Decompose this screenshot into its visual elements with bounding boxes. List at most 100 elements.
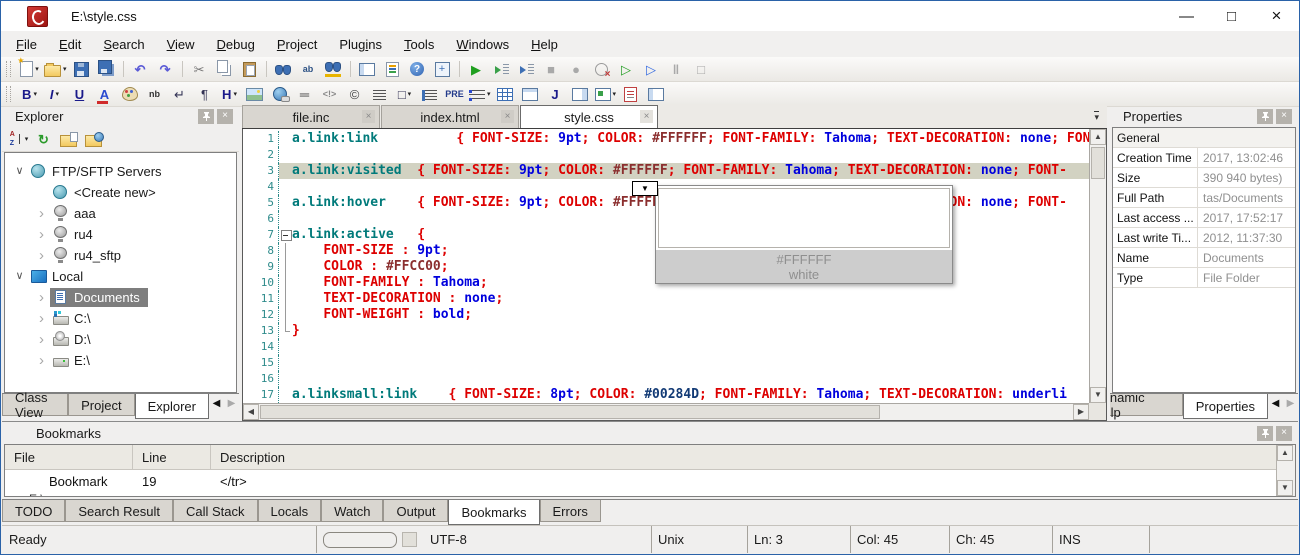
menu-project[interactable]: Project <box>266 33 328 56</box>
dropdown-arrow-icon[interactable]: ▾ <box>63 65 67 73</box>
tab-scroll-left-icon[interactable]: ◀ <box>1268 394 1283 412</box>
horizontal-scroll-thumb[interactable] <box>260 405 880 419</box>
nbsp-button[interactable]: nb <box>143 84 166 105</box>
output-tab-locals[interactable]: Locals <box>258 500 322 522</box>
run-button[interactable]: ▶ <box>465 59 488 80</box>
help-tab-dynamic-help[interactable]: Dynamic Help <box>1110 394 1183 416</box>
bookmarks-scrollbar[interactable]: ▲ ▼ <box>1276 445 1295 496</box>
help-button[interactable] <box>406 59 429 80</box>
horizontal-scrollbar[interactable]: ◀ ▶ <box>243 403 1089 420</box>
frame-button[interactable] <box>519 84 542 105</box>
vertical-scroll-thumb[interactable] <box>1091 147 1105 179</box>
tree-item-ftp-sftp-servers[interactable]: ∨ FTP/SFTP Servers <box>5 161 236 182</box>
tab-scroll-right-icon[interactable]: ▶ <box>224 394 239 412</box>
chevron-collapsed-icon[interactable]: › <box>33 206 50 221</box>
font-color-button[interactable]: A <box>93 84 116 105</box>
dropdown-arrow-icon[interactable]: ▾ <box>408 90 412 98</box>
color-dropdown-button[interactable]: ▼ <box>632 181 658 196</box>
bold-button[interactable]: B▾ <box>18 84 41 105</box>
scroll-up-icon[interactable]: ▲ <box>1090 129 1106 145</box>
maximize-button[interactable]: □ <box>1209 1 1254 31</box>
property-row-creation-time[interactable]: Creation Time 2017, 13:02:46 <box>1113 148 1295 168</box>
dropdown-arrow-icon[interactable]: ▾ <box>25 135 29 143</box>
object-button[interactable]: ▾ <box>594 84 618 105</box>
tree-item-drive-d[interactable]: › D:\ <box>5 329 236 350</box>
tab-close-icon[interactable]: × <box>501 110 514 123</box>
property-row-last-write-ti[interactable]: Last write Ti... 2012, 11:37:30 <box>1113 228 1295 248</box>
tab-close-icon[interactable]: × <box>640 110 653 123</box>
chevron-collapsed-icon[interactable]: › <box>33 290 50 305</box>
fold-start-icon[interactable] <box>279 227 292 243</box>
pin-icon[interactable] <box>1257 109 1273 124</box>
dropdown-arrow-icon[interactable]: ▾ <box>33 90 37 98</box>
special-char-button[interactable]: © <box>343 84 366 105</box>
chevron-collapsed-icon[interactable]: › <box>33 227 50 242</box>
paragraph-button[interactable]: ¶ <box>193 84 216 105</box>
tree-item-server-ru4-sftp[interactable]: › ru4_sftp <box>5 245 236 266</box>
pin-icon[interactable] <box>1257 426 1273 441</box>
property-group[interactable]: General <box>1113 128 1295 148</box>
chevron-collapsed-icon[interactable]: › <box>33 248 50 263</box>
hyperlink-button[interactable] <box>268 84 291 105</box>
paste-button[interactable] <box>238 59 261 80</box>
explorer-tab-class-view[interactable]: Class View <box>2 394 68 416</box>
line-break-button[interactable]: ↵ <box>168 84 191 105</box>
dropdown-arrow-icon[interactable]: ▾ <box>613 90 617 98</box>
undo-button[interactable]: ↶ <box>129 59 152 80</box>
italic-button[interactable]: I▾ <box>43 84 66 105</box>
sort-button[interactable]: ▾ <box>7 129 30 150</box>
horizontal-rule-button[interactable]: ═ <box>293 84 316 105</box>
explorer-tab-project[interactable]: Project <box>68 394 134 416</box>
editor-tab-style-css[interactable]: style.css × <box>520 105 658 128</box>
tree-item-documents[interactable]: › Documents <box>5 287 236 308</box>
tab-scroll-left-icon[interactable]: ◀ <box>209 394 224 412</box>
tab-list-button[interactable]: ▾ <box>1094 111 1099 122</box>
chevron-expanded-icon[interactable]: ∨ <box>11 271 28 282</box>
fullscreen-button[interactable] <box>431 59 454 80</box>
continue-button[interactable]: ▷ <box>640 59 663 80</box>
ftp-browse-button[interactable] <box>82 129 105 150</box>
scroll-down-icon[interactable]: ▼ <box>1090 387 1106 403</box>
run-file-button[interactable]: ▷ <box>615 59 638 80</box>
step-into-button[interactable] <box>490 59 513 80</box>
split-view-button[interactable] <box>356 59 379 80</box>
close-button[interactable]: × <box>1254 1 1299 31</box>
column-header-description[interactable]: Description <box>211 445 1295 469</box>
dropdown-arrow-icon[interactable]: ▾ <box>487 90 491 98</box>
comment-button[interactable]: <!> <box>318 84 341 105</box>
chevron-collapsed-icon[interactable]: › <box>33 311 50 326</box>
save-button[interactable] <box>70 59 93 80</box>
close-panel-icon[interactable]: × <box>217 109 233 124</box>
tree-item-create-new[interactable]: <Create new> <box>5 182 236 203</box>
tree-item-local[interactable]: ∨ Local <box>5 266 236 287</box>
bookmark-row-clipped[interactable]: E:\... <box>5 492 1295 497</box>
menu-tools[interactable]: Tools <box>393 33 445 56</box>
menu-debug[interactable]: Debug <box>206 33 266 56</box>
help-tab-properties[interactable]: Properties <box>1183 394 1268 419</box>
property-row-type[interactable]: Type File Folder <box>1113 268 1295 288</box>
explorer-tab-explorer[interactable]: Explorer <box>135 394 209 419</box>
scroll-up-icon[interactable]: ▲ <box>1277 445 1293 461</box>
code-editor[interactable]: 1 a.link:link { FONT-SIZE: 9pt; COLOR: #… <box>242 129 1107 421</box>
file-properties-button[interactable] <box>57 129 80 150</box>
output-tab-output[interactable]: Output <box>383 500 448 522</box>
underline-button[interactable]: U <box>68 84 91 105</box>
column-header-line[interactable]: Line <box>133 445 211 469</box>
scroll-right-icon[interactable]: ▶ <box>1073 404 1089 420</box>
chevron-expanded-icon[interactable]: ∨ <box>11 166 28 177</box>
menu-help[interactable]: Help <box>520 33 569 56</box>
layout-button[interactable] <box>644 84 667 105</box>
column-header-file[interactable]: File <box>5 445 133 469</box>
pin-icon[interactable] <box>198 109 214 124</box>
code-inspector-button[interactable] <box>381 59 404 80</box>
menu-edit[interactable]: Edit <box>48 33 92 56</box>
chevron-collapsed-icon[interactable]: › <box>33 332 50 347</box>
output-tab-todo[interactable]: TODO <box>2 500 65 522</box>
minimize-button[interactable]: — <box>1164 1 1209 31</box>
vertical-scrollbar[interactable]: ▲ ▼ <box>1089 129 1106 403</box>
tree-item-drive-c[interactable]: › C:\ <box>5 308 236 329</box>
div-button[interactable]: □▾ <box>393 84 416 105</box>
tree-item-drive-e[interactable]: › E:\ <box>5 350 236 371</box>
property-row-size[interactable]: Size 390 940 bytes) <box>1113 168 1295 188</box>
menu-plugins[interactable]: Plugins <box>328 33 393 56</box>
